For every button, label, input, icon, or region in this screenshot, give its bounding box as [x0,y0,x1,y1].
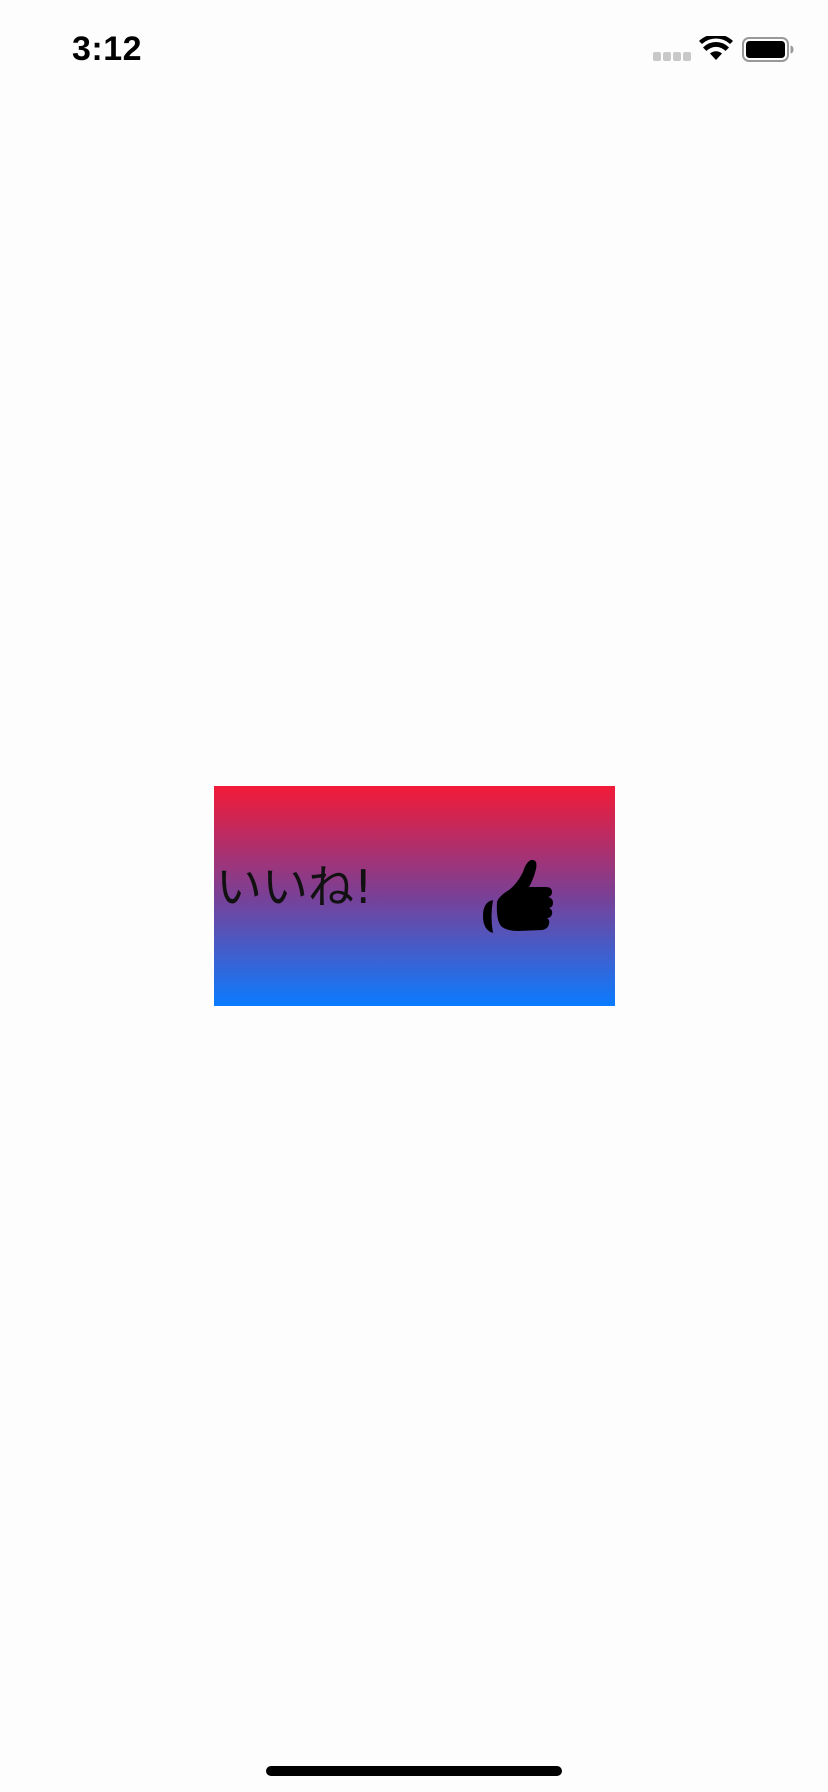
like-button-label: いいね! [216,860,373,914]
home-indicator[interactable] [266,1766,562,1776]
wifi-icon [699,36,733,60]
battery-icon [742,37,794,62]
thumbs-up-icon [483,859,553,933]
like-button[interactable]: いいね! [214,786,615,1006]
cellular-signal-icon [653,52,693,62]
status-bar: 3:12 [0,0,828,100]
status-time: 3:12 [72,30,143,68]
